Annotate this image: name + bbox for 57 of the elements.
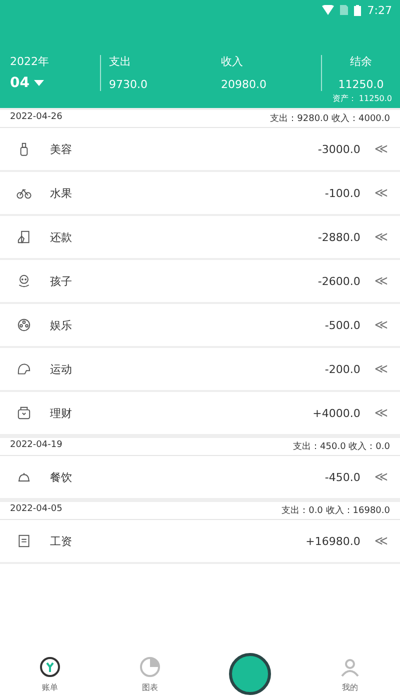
year-label: 2022年 bbox=[10, 54, 50, 69]
assets-total: 资产： 11250.0 bbox=[332, 94, 392, 103]
baby-icon bbox=[16, 273, 32, 289]
amount: -2600.0 bbox=[318, 274, 360, 288]
helmet-icon bbox=[16, 361, 32, 377]
amount: -2880.0 bbox=[318, 230, 360, 244]
day-summary: 支出：9280.0 收入：4000.0 bbox=[270, 112, 390, 125]
nav-tab[interactable]: 我的 bbox=[300, 656, 400, 692]
summary-label: 结余 bbox=[350, 54, 372, 69]
amount: +16980.0 bbox=[306, 534, 360, 548]
date-heading: 2022-04-19 bbox=[10, 440, 62, 452]
swipe-handle[interactable]: ≪ bbox=[374, 470, 388, 484]
day-summary: 支出：450.0 收入：0.0 bbox=[293, 440, 390, 453]
category-name: 理财 bbox=[50, 406, 73, 420]
yen-icon bbox=[39, 656, 61, 678]
card-icon bbox=[16, 229, 32, 245]
category-name: 娱乐 bbox=[50, 318, 73, 332]
summary-label: 支出 bbox=[109, 54, 132, 69]
wifi-icon bbox=[322, 5, 334, 15]
swipe-handle[interactable]: ≪ bbox=[374, 406, 388, 420]
amount: -450.0 bbox=[324, 470, 360, 484]
amount: -500.0 bbox=[324, 318, 360, 332]
pie-chart-icon bbox=[139, 656, 161, 678]
amount: +4000.0 bbox=[312, 406, 360, 420]
category-name: 美容 bbox=[50, 142, 73, 156]
swipe-handle[interactable]: ≪ bbox=[374, 534, 388, 548]
swipe-handle[interactable]: ≪ bbox=[374, 186, 388, 200]
category-name: 孩子 bbox=[50, 274, 73, 288]
category-name: 运动 bbox=[50, 362, 73, 376]
category-name: 水果 bbox=[50, 186, 73, 200]
date-heading: 2022-04-05 bbox=[10, 504, 62, 516]
summary-value: 11250.0 bbox=[338, 78, 384, 91]
nav-tab[interactable]: 图表 bbox=[100, 656, 200, 692]
document-icon bbox=[16, 533, 32, 549]
summary-label: 收入 bbox=[221, 54, 244, 69]
day-summary: 支出：0.0 收入：16980.0 bbox=[282, 504, 390, 517]
category-name: 工资 bbox=[50, 534, 73, 548]
wallet-icon bbox=[16, 405, 32, 421]
summary-value: 9730.0 bbox=[109, 78, 148, 91]
amount: -200.0 bbox=[324, 362, 360, 376]
category-name: 餐饮 bbox=[50, 470, 73, 484]
month-selector[interactable]: 04 bbox=[10, 75, 30, 91]
amount: -100.0 bbox=[324, 186, 360, 200]
swipe-handle[interactable]: ≪ bbox=[374, 274, 388, 288]
sim-icon bbox=[340, 5, 348, 15]
date-heading: 2022-04-26 bbox=[10, 112, 62, 124]
swipe-handle[interactable]: ≪ bbox=[374, 230, 388, 244]
film-reel-icon bbox=[16, 317, 32, 333]
nav-tab[interactable]: 账单 bbox=[0, 656, 100, 692]
swipe-handle[interactable]: ≪ bbox=[374, 362, 388, 376]
amount: -3000.0 bbox=[318, 142, 360, 156]
summary-value: 20980.0 bbox=[221, 78, 268, 91]
category-name: 还款 bbox=[50, 230, 73, 244]
battery-icon bbox=[354, 4, 362, 16]
swipe-handle[interactable]: ≪ bbox=[374, 318, 388, 332]
status-time: 7:27 bbox=[367, 4, 392, 16]
swipe-handle[interactable]: ≪ bbox=[374, 142, 388, 156]
